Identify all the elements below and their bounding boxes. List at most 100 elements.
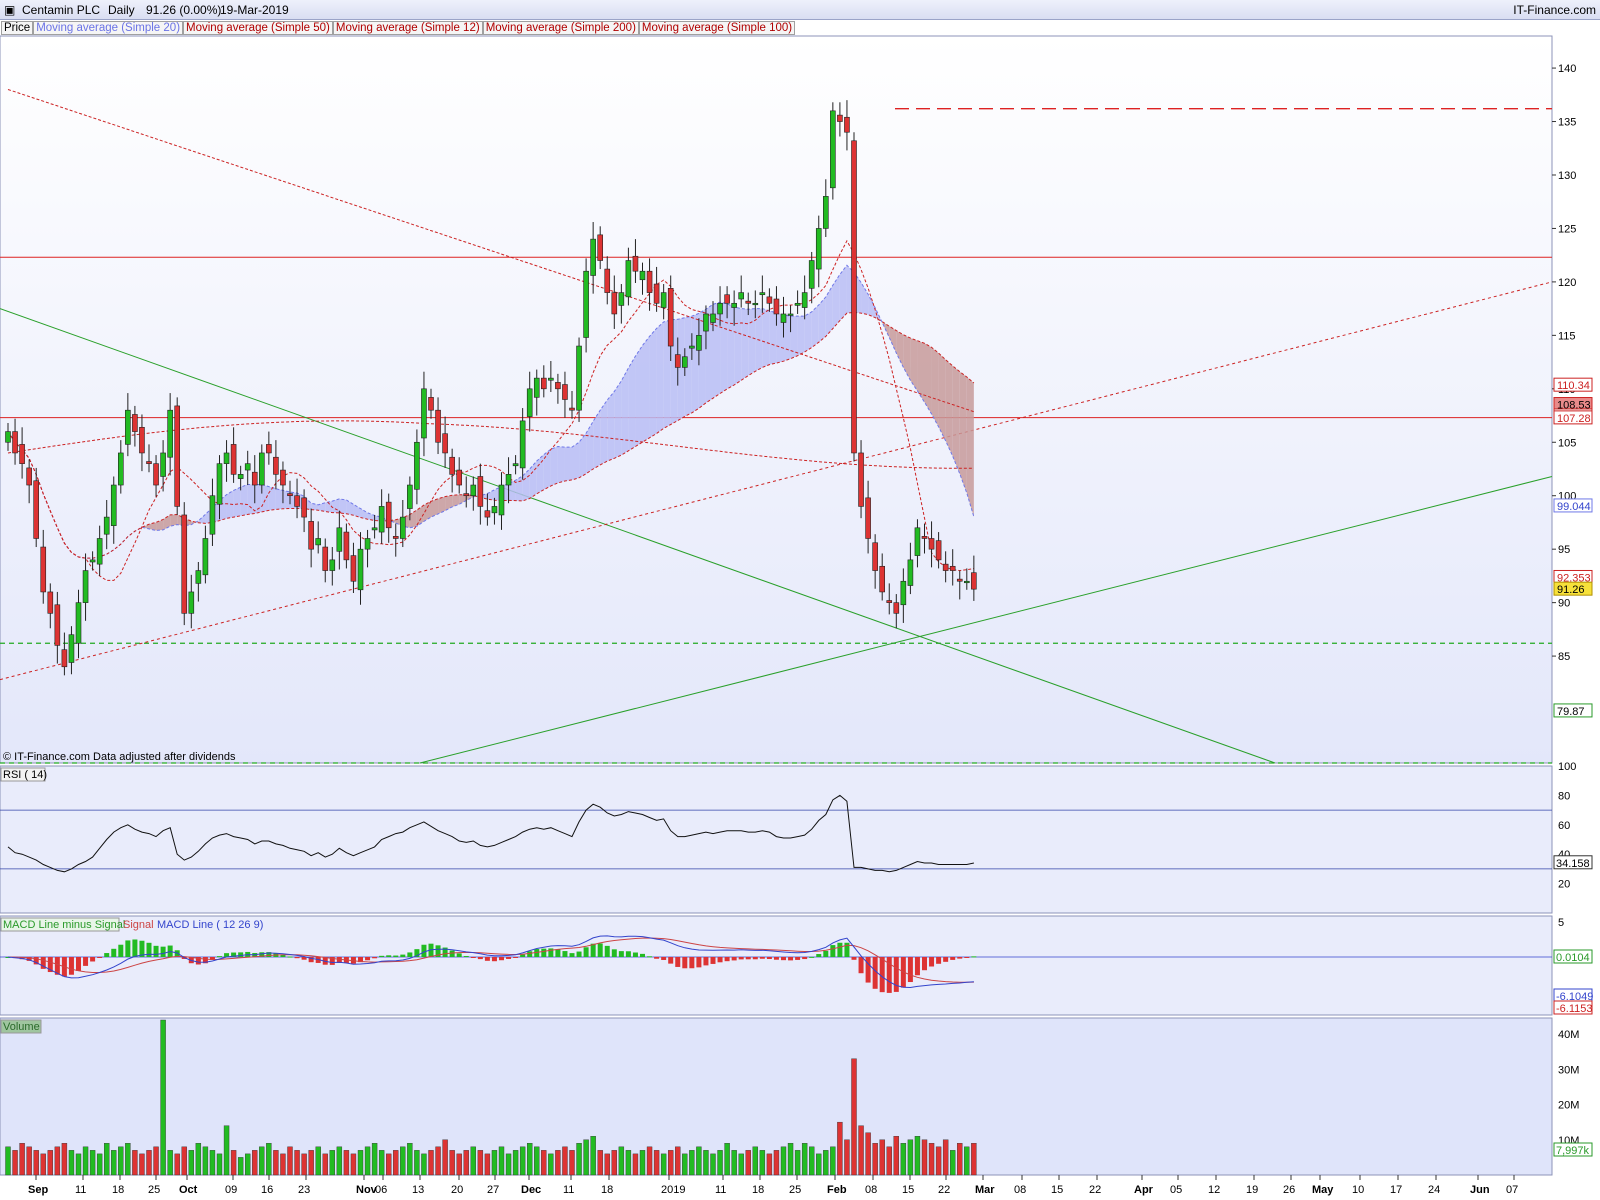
macd-hist-bar [400,954,406,957]
candle-body [731,302,737,308]
candle-body [914,527,921,556]
volume-bar [463,1150,469,1176]
volume-bar [527,1143,533,1176]
volume-bar [780,1146,787,1176]
stock-chart[interactable]: 859095100105110115120125130135140110.341… [0,0,1600,1200]
volume-bar [89,1150,96,1176]
macd-hist-bar [788,957,794,961]
volume-label[interactable]: Volume [3,1021,40,1033]
volume-bar [534,1146,540,1176]
candle-body [399,516,406,539]
macd-hist-bar [907,957,913,983]
macd-hist-bar [365,957,371,961]
candle-body [611,292,618,315]
macd-hist-bar [914,957,920,976]
candle-body [837,114,843,122]
price-tick-label: 105 [1558,437,1576,449]
candle-body [477,476,484,507]
volume-bar [893,1136,899,1176]
price-label: 110.34 [1557,380,1590,392]
volume-bar [428,1150,434,1176]
volume-bar [703,1150,709,1176]
macd-hist-bar [766,957,772,959]
volume-bar [280,1153,286,1176]
price-label: 91.26 [1557,584,1585,596]
x-tick-label: 26 [1283,1184,1295,1196]
candle-body [350,555,357,582]
volume-bar [266,1143,272,1176]
volume-bar [569,1150,575,1176]
macd-hist-bar [858,957,864,974]
volume-bar [294,1150,300,1176]
volume-bar [378,1150,385,1176]
volume-bar [971,1143,977,1176]
candle-body [780,313,787,323]
macd-hist-bar [153,945,159,957]
candle-body [815,228,822,270]
candle-body [907,559,914,586]
candle-body [308,521,314,550]
candle-body [590,238,596,276]
candle-body [82,570,89,603]
macd-signal-label[interactable]: Signal [123,919,154,931]
volume-bar [421,1153,427,1176]
macd-hist-bar [971,956,977,958]
candle-body [251,471,258,486]
macd-line-label[interactable]: MACD Line ( 12 26 9) [157,919,263,931]
volume-bar [329,1150,335,1176]
candle-body [921,536,928,539]
macd-hist-bar [217,956,222,958]
volume-bar [322,1153,328,1176]
volume-bar [830,1146,836,1176]
x-tick-label: 27 [487,1184,499,1196]
candle-body [167,409,173,458]
x-tick-label: 11 [563,1184,574,1196]
volume-bar [371,1143,378,1176]
macd-hist-bar [372,957,378,959]
candle-body [19,444,25,464]
volume-bar [160,1019,166,1176]
candle-body [794,302,801,306]
candle-body [125,409,131,445]
candle-body [364,538,371,550]
volume-bar [548,1153,554,1176]
volume-bar [964,1146,970,1176]
ma-band-segment [656,321,664,434]
x-tick-label: 15 [1051,1184,1063,1196]
macd-hist-label[interactable]: MACD Line minus Signal [3,919,125,931]
volume-bar [132,1150,138,1176]
macd-hist-bar [463,955,469,957]
macd-hist-bar [682,957,688,969]
macd-hist-bar [773,957,779,960]
ma-band-segment [240,484,248,516]
x-tick-label: 05 [1170,1184,1182,1196]
candle-body [512,463,519,467]
macd-hist-bar [611,949,617,957]
x-tick-label: 25 [148,1184,160,1196]
candle-body [703,313,709,332]
rsi-label[interactable]: RSI ( 14) [3,769,47,781]
macd-hist-bar [731,957,737,961]
macd-hist-bar [97,957,103,958]
candle-body [357,548,364,591]
macd-hist-bar [506,957,512,959]
volume-bar [865,1132,871,1176]
volume-bar [759,1150,766,1176]
macd-hist-bar [104,953,110,957]
rsi-tick-label: 80 [1558,790,1570,802]
volume-bar [484,1153,491,1176]
candle-body [674,354,681,368]
volume-bar [407,1143,413,1176]
volume-bar [597,1150,603,1176]
candle-body [280,469,286,486]
macd-hist-bar [654,957,660,959]
macd-hist-bar [379,955,385,957]
ma-band-segment [233,487,241,518]
volume-bar [950,1150,956,1176]
macd-hist-bar [597,943,603,957]
ma-band-segment [572,442,580,480]
ma-band-segment [762,308,770,368]
macd-hist-bar [407,952,413,957]
volume-bar [773,1150,780,1176]
candle-body [738,292,745,300]
